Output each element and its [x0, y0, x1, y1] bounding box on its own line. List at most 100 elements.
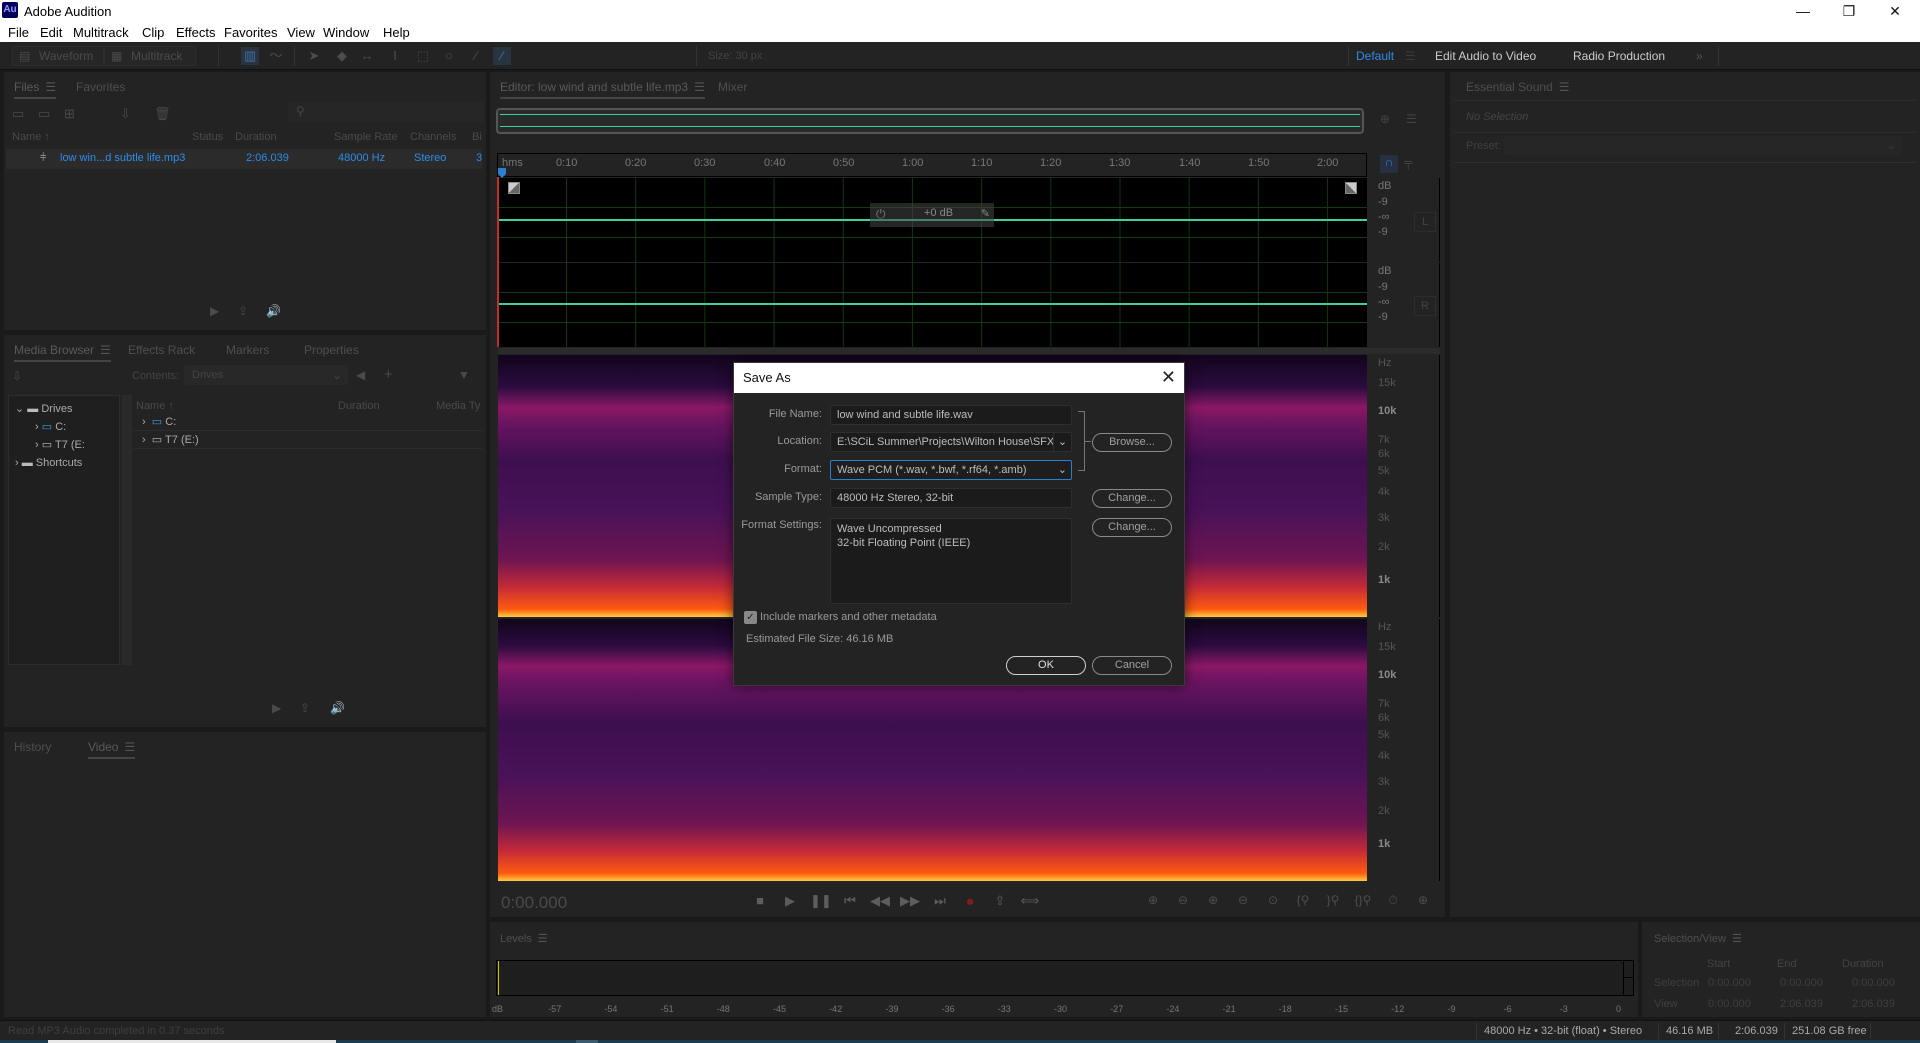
col-status[interactable]: Status — [192, 131, 223, 143]
location-dropdown[interactable]: E:\SCiL Summer\Projects\Wilton House\SFX… — [830, 432, 1072, 452]
menu-window[interactable]: Window — [323, 25, 369, 40]
waveform-spectral-splitter[interactable] — [498, 348, 1440, 354]
multitrack-view-button[interactable]: ▦ Multitrack — [104, 46, 196, 66]
clip-indicator-left[interactable] — [1623, 961, 1633, 978]
waveform-view-button[interactable]: ▤ Waveform — [12, 46, 104, 66]
change-format-settings-button[interactable]: Change... — [1092, 518, 1172, 537]
minimize-button[interactable]: — — [1780, 0, 1826, 22]
add-shortcut-icon[interactable]: + — [384, 366, 393, 383]
zoom-selection-icon[interactable]: {}⚲ — [1352, 893, 1374, 907]
cancel-button[interactable]: Cancel — [1092, 656, 1172, 675]
col-name[interactable]: Name ↑ — [12, 131, 50, 143]
preset-dropdown[interactable]: ⌄ — [1504, 136, 1902, 155]
tab-history[interactable]: History — [14, 740, 51, 754]
razor-tool-icon[interactable]: ◆ — [333, 47, 351, 65]
menu-edit[interactable]: Edit — [40, 25, 62, 40]
view-start[interactable]: 0:00.000 — [1708, 998, 1751, 1010]
brush-size-label[interactable]: Size: 30 px — [708, 50, 762, 62]
fade-in-handle[interactable] — [508, 182, 520, 194]
tab-favorites[interactable]: Favorites — [76, 80, 125, 94]
include-markers-checkbox[interactable]: ✓ — [744, 611, 757, 624]
zoom-all-icon[interactable]: ⊕ — [1412, 893, 1434, 907]
mb-play-icon[interactable]: ▶ — [272, 701, 281, 715]
tab-mixer[interactable]: Mixer — [718, 80, 747, 94]
zoom-out-point-icon[interactable]: }⚲ — [1322, 893, 1344, 907]
mb-row-c[interactable]: › ▭ C: — [134, 413, 482, 431]
skip-selection-icon[interactable]: ⟺ — [1020, 893, 1040, 909]
col-channels[interactable]: Channels — [410, 131, 456, 143]
selection-duration[interactable]: 0:00.000 — [1852, 977, 1895, 989]
change-sample-type-button[interactable]: Change... — [1092, 489, 1172, 508]
zoom-in-point-icon[interactable]: {⚲ — [1292, 893, 1314, 907]
delete-icon[interactable]: 🗑 — [154, 106, 171, 122]
record-icon[interactable]: ● — [960, 893, 980, 910]
pin-icon[interactable]: ✎ — [981, 207, 990, 220]
close-button[interactable]: ✕ — [1872, 0, 1918, 22]
zoom-in-amplitude-icon[interactable]: ⊕ — [1142, 893, 1164, 907]
menu-help[interactable]: Help — [383, 25, 410, 40]
open-file-icon[interactable]: ▭ — [12, 106, 24, 122]
marquee-tool-icon[interactable]: ⬚ — [414, 47, 432, 65]
workspace-default[interactable]: Default — [1356, 49, 1394, 63]
channel-list-icon[interactable]: ☰ — [1406, 112, 1417, 126]
menu-multitrack[interactable]: Multitrack — [73, 25, 129, 40]
insert-into-multitrack-icon[interactable]: ⇩ — [120, 106, 131, 122]
mb-col-duration[interactable]: Duration — [338, 400, 380, 412]
spot-healing-tool-icon[interactable]: ⁄ — [493, 47, 511, 65]
preview-play-icon[interactable]: ▶ — [210, 304, 219, 318]
pause-icon[interactable]: ❚❚ — [810, 893, 832, 909]
move-tool-icon[interactable]: ➤ — [305, 47, 323, 65]
format-dropdown[interactable]: Wave PCM (*.wav, *.bwf, *.rf64, *.amb) ⌄ — [830, 460, 1072, 480]
new-file-icon[interactable]: ⊞ — [64, 106, 75, 122]
mb-col-name[interactable]: Name ↑ — [136, 400, 174, 412]
browse-button[interactable]: Browse... — [1092, 433, 1172, 452]
col-duration[interactable]: Duration — [235, 131, 277, 143]
clip-indicator-right[interactable] — [1623, 978, 1633, 995]
channel-right-toggle[interactable]: R — [1414, 296, 1436, 316]
tab-editor[interactable]: Editor: low wind and subtle life.mp3 ☰ — [500, 80, 705, 99]
tab-markers[interactable]: Markers — [226, 343, 269, 357]
menu-file[interactable]: File — [8, 25, 29, 40]
dialog-close-icon[interactable]: ✕ — [1161, 367, 1176, 387]
zoom-out-amplitude-icon[interactable]: ⊖ — [1172, 893, 1194, 907]
playhead-marker[interactable] — [498, 168, 506, 178]
include-markers-label[interactable]: Include markers and other metadata — [760, 611, 937, 623]
waveform-channel-left[interactable]: ⏻ +0 dB ✎ — [498, 178, 1367, 262]
menu-view[interactable]: View — [287, 25, 315, 40]
zoom-in-time-icon[interactable]: ⊕ — [1202, 893, 1224, 907]
import-icon[interactable]: ⇩ — [12, 369, 22, 383]
workspace-overflow-icon[interactable]: » — [1696, 49, 1703, 63]
brush-tool-icon[interactable]: ∕ — [467, 47, 485, 65]
files-search-input[interactable]: ⚲ — [288, 102, 484, 122]
menu-clip[interactable]: Clip — [142, 25, 164, 40]
col-bits[interactable]: Bi — [472, 131, 482, 143]
overview-navigator[interactable] — [496, 108, 1364, 134]
tree-item-shortcuts[interactable]: › ▬ Shortcuts — [15, 457, 82, 469]
view-end[interactable]: 2:06.039 — [1780, 998, 1823, 1010]
menu-favorites[interactable]: Favorites — [224, 25, 277, 40]
tree-splitter[interactable] — [122, 395, 132, 665]
tree-item-t7[interactable]: › ▭ T7 (E: — [35, 438, 85, 451]
zoom-to-selection-icon[interactable]: ⊕ — [1380, 112, 1390, 126]
skip-to-end-icon[interactable]: ⏭ — [930, 893, 950, 909]
col-sample-rate[interactable]: Sample Rate — [334, 131, 398, 143]
spectral-pitch-icon[interactable]: 〜 — [267, 47, 285, 65]
tab-files[interactable]: Files ☰ — [14, 80, 57, 99]
time-selection-tool-icon[interactable]: I — [386, 47, 404, 65]
current-time-display[interactable]: 0:00.000 — [501, 893, 567, 913]
workspace-menu-icon[interactable]: ☰ — [1405, 49, 1416, 63]
workspace-edit-audio-to-video[interactable]: Edit Audio to Video — [1435, 49, 1536, 63]
channel-left-toggle[interactable]: L — [1414, 212, 1436, 232]
tree-item-c[interactable]: › ▭ C: — [35, 420, 66, 433]
mb-col-media-type[interactable]: Media Ty — [436, 400, 480, 412]
file-row[interactable]: ⫩ low win...d subtle life.mp3 2:06.039 4… — [6, 149, 482, 169]
filter-icon[interactable]: ▼ — [458, 368, 470, 382]
preview-loop-icon[interactable]: ⇪ — [238, 304, 248, 318]
fast-forward-icon[interactable]: ▶▶ — [900, 893, 920, 909]
zoom-out-full-icon[interactable]: ⊙ — [1262, 893, 1284, 907]
skip-to-start-icon[interactable]: ⏮ — [840, 893, 860, 909]
mb-row-t7[interactable]: › ▭ T7 (E:) — [134, 431, 482, 449]
lasso-tool-icon[interactable]: ○ — [440, 47, 458, 65]
snap-icon[interactable]: ∩ — [1380, 155, 1398, 173]
loop-playback-icon[interactable]: ⇪ — [990, 893, 1010, 909]
